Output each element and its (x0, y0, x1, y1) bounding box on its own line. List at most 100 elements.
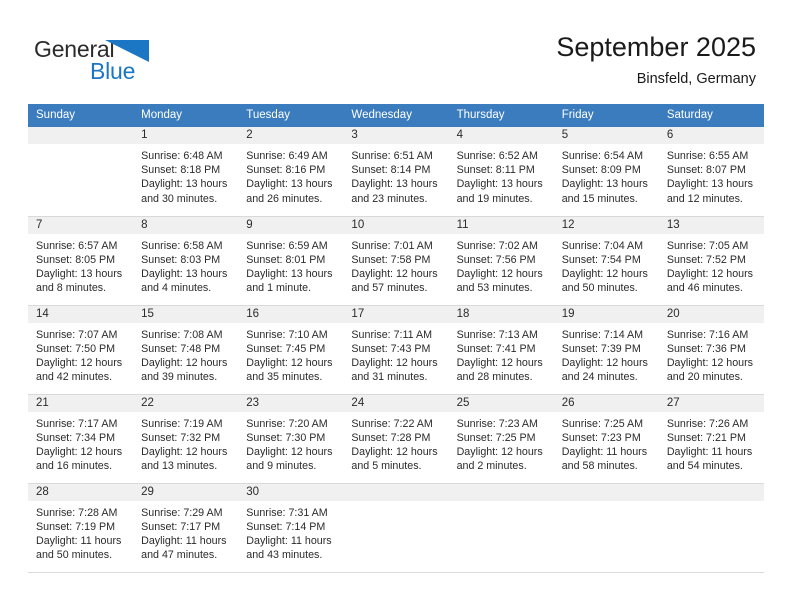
day-cell[interactable]: 3 Sunrise: 6:51 AM Sunset: 8:14 PM Daylight… (343, 127, 449, 217)
day-cell[interactable]: 5 Sunrise: 6:54 AM Sunset: 8:09 PM Daylight… (553, 127, 659, 217)
daylight-text-line2: and 50 minutes. (36, 549, 113, 562)
weekday-header-tuesday: Tuesday (238, 104, 344, 127)
day-cell[interactable]: 13 Sunrise: 7:05 AM Sunset: 7:52 PM Dayligh… (658, 216, 764, 306)
day-cell[interactable]: 25 Sunrise: 7:23 AM Sunset: 7:25 PM Dayligh… (448, 394, 554, 484)
sunset-text: Sunset: 7:43 PM (351, 342, 431, 355)
day-cell[interactable]: 2 Sunrise: 6:49 AM Sunset: 8:16 PM Daylight… (238, 127, 344, 217)
general-blue-logo[interactable]: General Blue (34, 36, 164, 84)
day-number: 12 (553, 216, 659, 234)
day-cell[interactable]: 24 Sunrise: 7:22 AM Sunset: 7:28 PM Dayligh… (343, 394, 449, 484)
daylight-text-line2: and 13 minutes. (141, 460, 218, 473)
page-title: September 2025 (556, 32, 756, 62)
day-cell[interactable]: 30 Sunrise: 7:31 AM Sunset: 7:14 PM Dayligh… (238, 483, 344, 573)
day-cell[interactable]: 23 Sunrise: 7:20 AM Sunset: 7:30 PM Dayligh… (238, 394, 344, 484)
day-cell-empty (658, 483, 764, 573)
sunrise-text: Sunrise: 6:52 AM (456, 150, 538, 162)
sunset-text: Sunset: 7:25 PM (456, 431, 536, 444)
day-cell[interactable]: 1 Sunrise: 6:48 AM Sunset: 8:18 PM Daylight… (133, 127, 239, 217)
weekday-header-friday: Friday (553, 104, 659, 127)
daylight-text-line2: and 28 minutes. (456, 371, 533, 384)
daylight-text-line2: and 46 minutes. (666, 282, 743, 295)
sunrise-text: Sunrise: 7:31 AM (246, 506, 328, 519)
calendar-header-row: Sunday Monday Tuesday Wednesday Thursday… (28, 104, 764, 127)
day-cell[interactable]: 8 Sunrise: 6:58 AM Sunset: 8:03 PM Daylight… (133, 216, 239, 306)
daylight-text-line2: and 19 minutes. (456, 192, 533, 205)
day-cell[interactable]: 9 Sunrise: 6:59 AM Sunset: 8:01 PM Daylight… (238, 216, 344, 306)
sunset-text: Sunset: 7:19 PM (36, 520, 116, 533)
day-number: 3 (343, 127, 449, 144)
sunset-text: Sunset: 7:41 PM (456, 342, 536, 355)
day-info: Sunrise: 7:28 AM Sunset: 7:19 PM Daylight:… (28, 501, 133, 563)
sunset-text: Sunset: 8:16 PM (246, 164, 326, 177)
day-number: 10 (343, 216, 449, 234)
day-cell[interactable]: 20 Sunrise: 7:16 AM Sunset: 7:36 PM Dayligh… (658, 305, 764, 395)
sunset-text: Sunset: 7:56 PM (456, 253, 536, 266)
day-cell[interactable]: 22 Sunrise: 7:19 AM Sunset: 7:32 PM Dayligh… (133, 394, 239, 484)
daylight-text-line2: and 50 minutes. (561, 282, 638, 295)
day-cell[interactable]: 14 Sunrise: 7:07 AM Sunset: 7:50 PM Dayligh… (28, 305, 134, 395)
day-number: 28 (28, 483, 134, 501)
day-cell[interactable]: 10 Sunrise: 7:01 AM Sunset: 7:58 PM Dayligh… (343, 216, 449, 306)
sunrise-text: Sunrise: 7:22 AM (351, 417, 433, 430)
day-cell-empty (553, 483, 659, 573)
day-info: Sunrise: 7:13 AM Sunset: 7:41 PM Daylight:… (449, 323, 554, 385)
weekday-header-monday: Monday (133, 104, 239, 127)
day-cell[interactable]: 6 Sunrise: 6:55 AM Sunset: 8:07 PM Daylight… (658, 127, 764, 217)
day-cell-empty (448, 483, 554, 573)
sunrise-text: Sunrise: 6:49 AM (246, 150, 328, 162)
day-info: Sunrise: 6:49 AM Sunset: 8:16 PM Daylight:… (238, 144, 343, 206)
day-cell[interactable]: 15 Sunrise: 7:08 AM Sunset: 7:48 PM Dayligh… (133, 305, 239, 395)
title-block: September 2025 Binsfeld, Germany (556, 30, 756, 90)
day-cell[interactable]: 18 Sunrise: 7:13 AM Sunset: 7:41 PM Dayligh… (448, 305, 554, 395)
sunset-text: Sunset: 7:23 PM (561, 431, 641, 444)
day-info: Sunrise: 7:19 AM Sunset: 7:32 PM Daylight:… (133, 412, 238, 474)
day-info: Sunrise: 7:17 AM Sunset: 7:34 PM Daylight:… (28, 412, 133, 474)
daylight-text-line2: and 57 minutes. (351, 282, 428, 295)
day-cell[interactable]: 12 Sunrise: 7:04 AM Sunset: 7:54 PM Dayligh… (553, 216, 659, 306)
sunset-text: Sunset: 8:05 PM (36, 253, 116, 266)
day-info: Sunrise: 7:16 AM Sunset: 7:36 PM Daylight:… (659, 323, 764, 385)
day-info: Sunrise: 6:58 AM Sunset: 8:03 PM Daylight:… (133, 234, 238, 296)
sunrise-text: Sunrise: 7:14 AM (561, 328, 644, 341)
day-cell[interactable]: 29 Sunrise: 7:29 AM Sunset: 7:17 PM Dayligh… (133, 483, 239, 573)
day-info: Sunrise: 7:23 AM Sunset: 7:25 PM Daylight:… (449, 412, 554, 474)
day-number: 30 (238, 483, 344, 501)
day-cell[interactable]: 19 Sunrise: 7:14 AM Sunset: 7:39 PM Dayligh… (553, 305, 659, 395)
day-cell[interactable]: 27 Sunrise: 7:26 AM Sunset: 7:21 PM Dayligh… (658, 394, 764, 484)
daylight-text-line2: and 39 minutes. (141, 371, 218, 384)
calendar-grid: Sunday Monday Tuesday Wednesday Thursday… (28, 104, 764, 573)
daylight-text-line1: Daylight: 11 hours (36, 534, 122, 547)
daylight-text-line2: and 24 minutes. (561, 371, 638, 384)
day-info: Sunrise: 7:22 AM Sunset: 7:28 PM Daylight:… (343, 412, 448, 474)
day-cell[interactable]: 11 Sunrise: 7:02 AM Sunset: 7:56 PM Dayligh… (448, 216, 554, 306)
daylight-text-line1: Daylight: 12 hours (456, 445, 543, 458)
calendar-week-row: 7 Sunrise: 6:57 AM Sunset: 8:05 PM Daylight… (28, 216, 764, 306)
sunrise-text: Sunrise: 7:13 AM (456, 328, 538, 341)
daylight-text-line1: Daylight: 11 hours (666, 445, 753, 458)
daylight-text-line1: Daylight: 13 hours (666, 178, 753, 191)
day-info: Sunrise: 7:11 AM Sunset: 7:43 PM Daylight:… (343, 323, 448, 385)
day-cell[interactable]: 16 Sunrise: 7:10 AM Sunset: 7:45 PM Dayligh… (238, 305, 344, 395)
day-cell[interactable]: 4 Sunrise: 6:52 AM Sunset: 8:11 PM Daylight… (448, 127, 554, 217)
day-cell[interactable]: 28 Sunrise: 7:28 AM Sunset: 7:19 PM Dayligh… (28, 483, 134, 573)
daylight-text-line1: Daylight: 11 hours (246, 534, 332, 547)
sunrise-text: Sunrise: 7:28 AM (36, 506, 118, 519)
daylight-text-line2: and 26 minutes. (246, 192, 323, 205)
sunrise-text: Sunrise: 6:51 AM (351, 150, 433, 162)
day-cell[interactable]: 17 Sunrise: 7:11 AM Sunset: 7:43 PM Dayligh… (343, 305, 449, 395)
day-cell[interactable]: 26 Sunrise: 7:25 AM Sunset: 7:23 PM Dayligh… (553, 394, 659, 484)
sunset-text: Sunset: 8:01 PM (246, 253, 326, 266)
daylight-text-line2: and 53 minutes. (456, 282, 533, 295)
day-info: Sunrise: 7:07 AM Sunset: 7:50 PM Daylight:… (28, 323, 133, 385)
day-cell[interactable]: 21 Sunrise: 7:17 AM Sunset: 7:34 PM Dayligh… (28, 394, 134, 484)
sunset-text: Sunset: 7:17 PM (141, 520, 221, 533)
calendar-week-row: 28 Sunrise: 7:28 AM Sunset: 7:19 PM Dayligh… (28, 483, 764, 573)
daylight-text-line2: and 16 minutes. (36, 460, 113, 473)
calendar-table: Sunday Monday Tuesday Wednesday Thursday… (28, 104, 764, 573)
day-info: Sunrise: 7:31 AM Sunset: 7:14 PM Daylight:… (238, 501, 343, 563)
sunrise-text: Sunrise: 7:16 AM (666, 328, 749, 341)
sunset-text: Sunset: 7:36 PM (666, 342, 746, 355)
weekday-header-sunday: Sunday (28, 104, 134, 127)
day-cell[interactable]: 7 Sunrise: 6:57 AM Sunset: 8:05 PM Daylight… (28, 216, 134, 306)
day-number: 6 (658, 127, 764, 144)
